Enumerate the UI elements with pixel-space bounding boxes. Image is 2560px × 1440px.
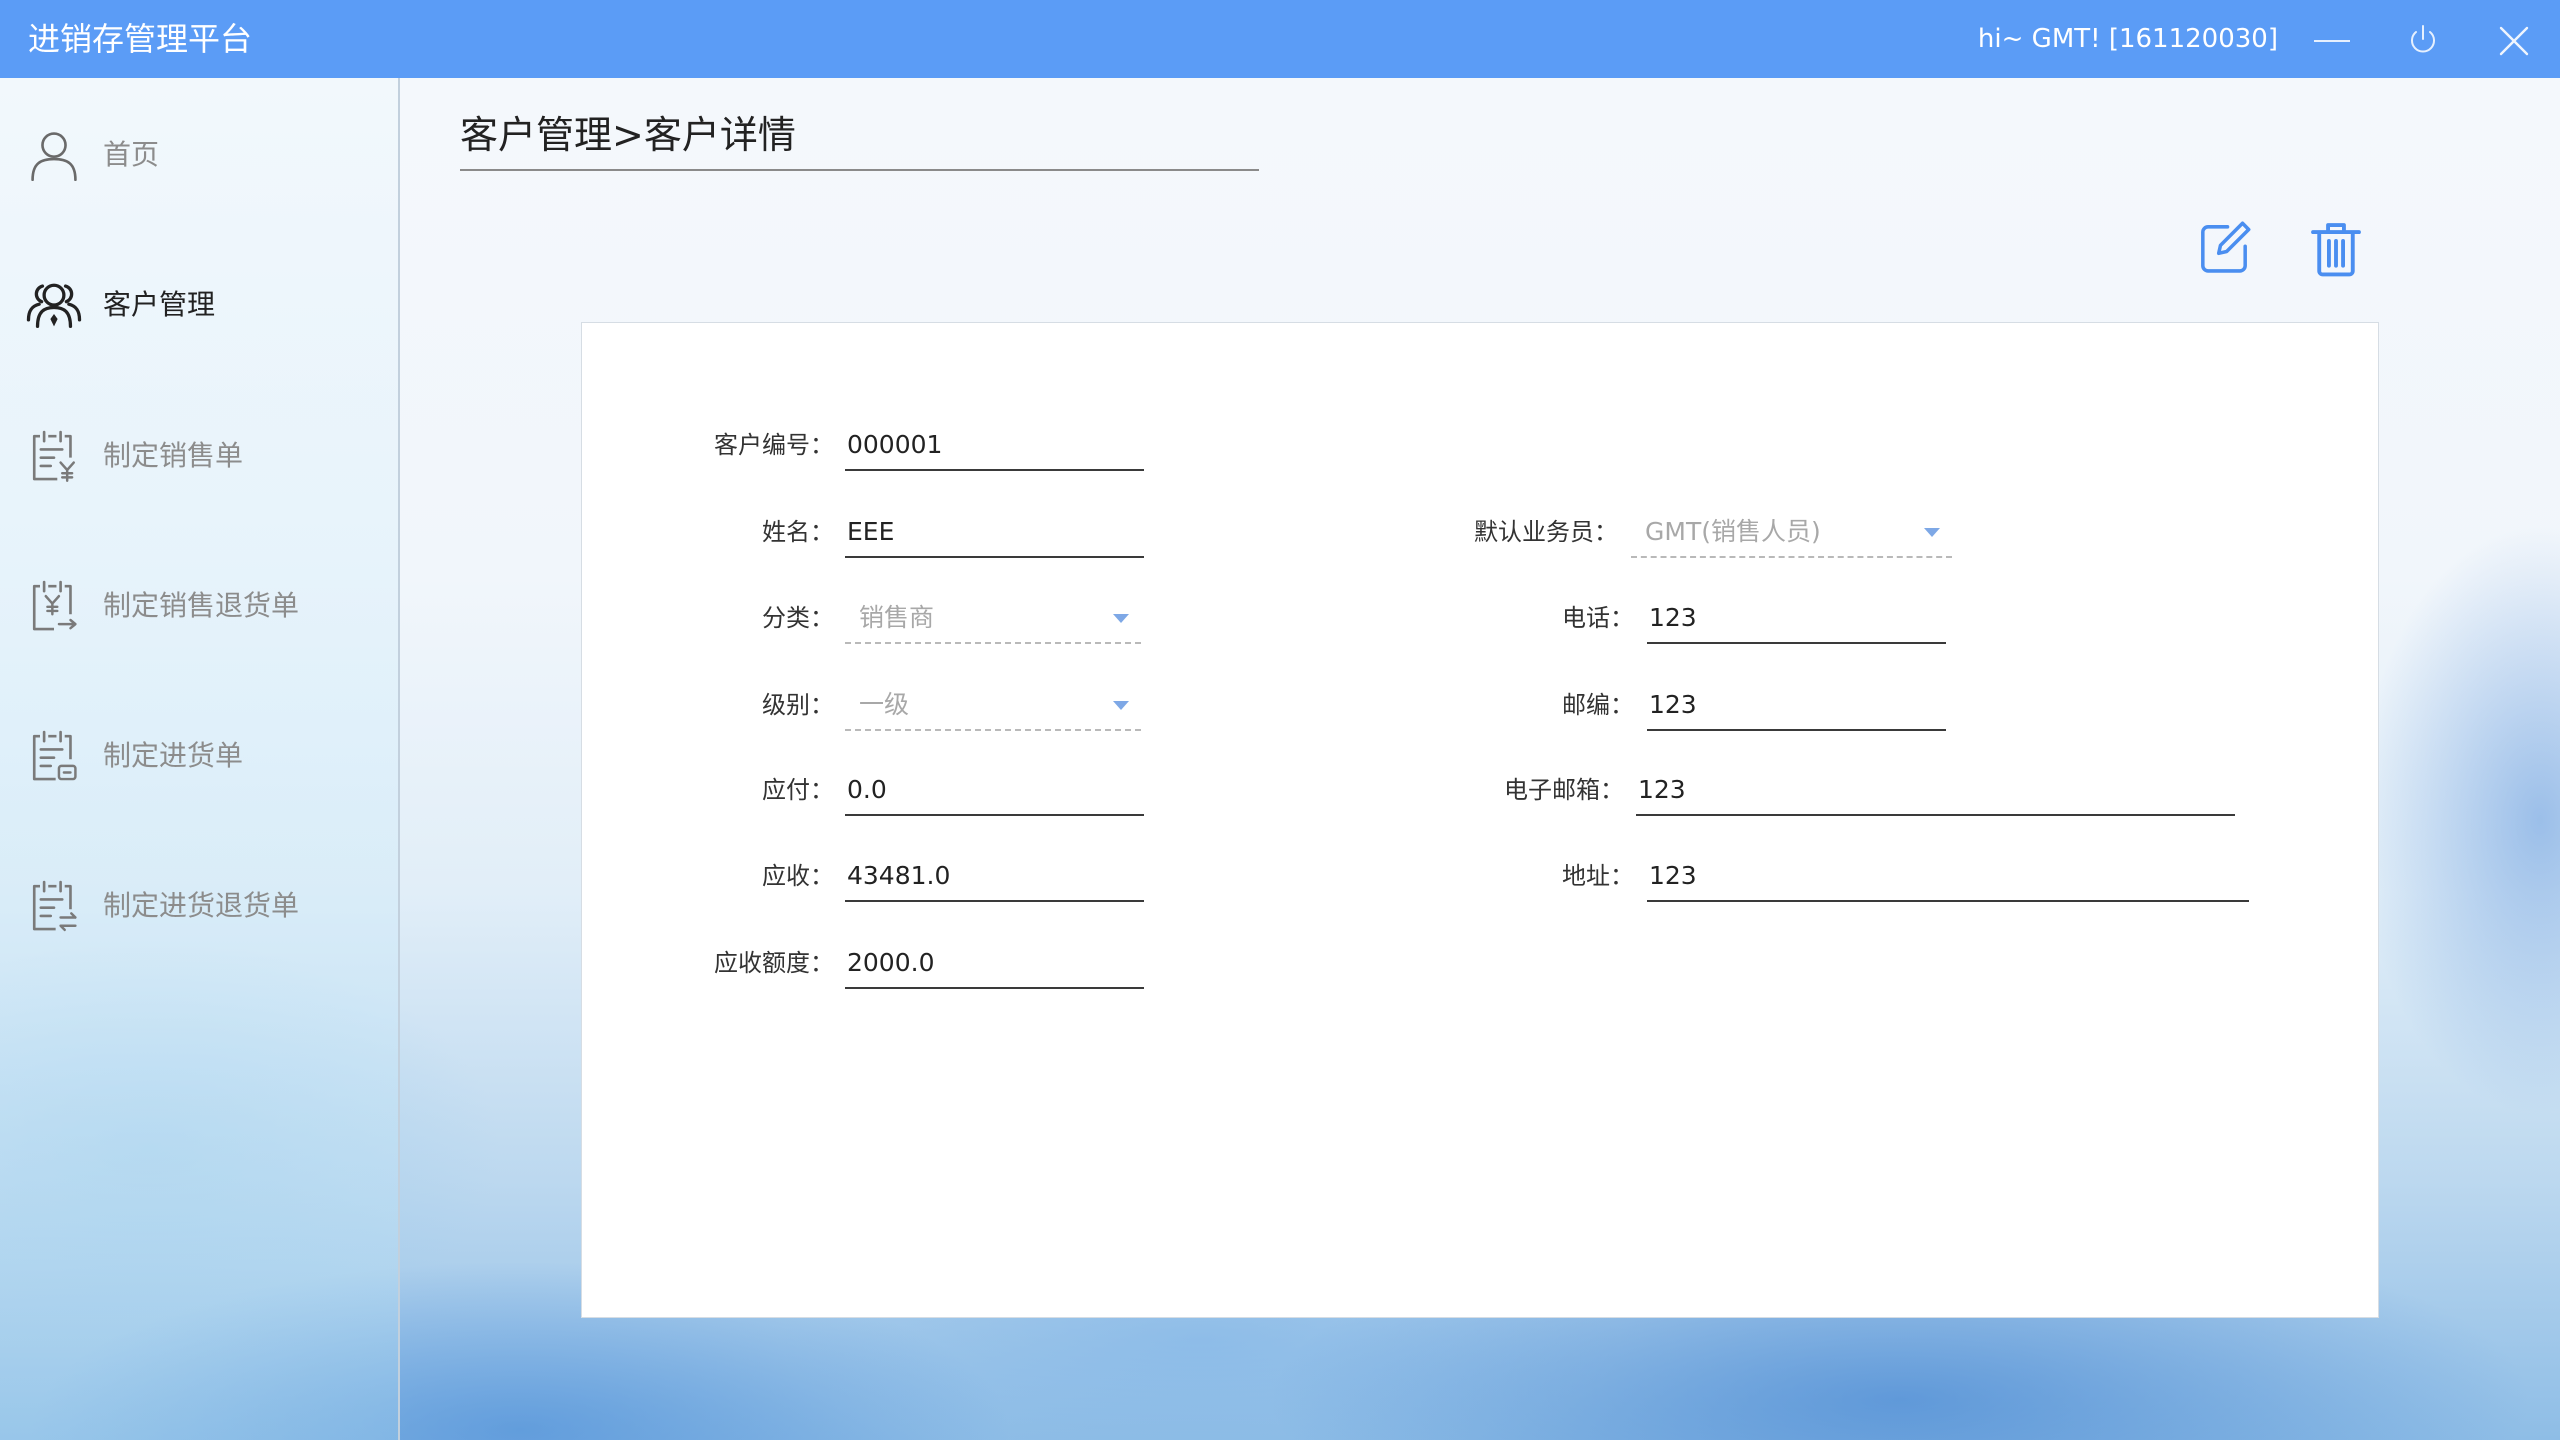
- name-field[interactable]: [845, 506, 1144, 558]
- sidebar-item-home[interactable]: 首页: [0, 115, 398, 195]
- credit-limit-label: 应收额度：: [714, 949, 834, 977]
- payable-label: 应付：: [762, 776, 834, 804]
- postcode-field[interactable]: [1647, 679, 1946, 731]
- app-window: 进销存管理平台 hi~ GMT! [161120030] 首页 客户管理 制定销…: [0, 0, 2560, 1440]
- minimize-icon: [2314, 40, 2350, 42]
- address-field[interactable]: [1647, 850, 2249, 902]
- sidebar-item-purchase-order[interactable]: 制定进货单: [0, 716, 398, 796]
- purchase-order-icon: [26, 728, 82, 784]
- salesperson-select-value: GMT(销售人员): [1645, 517, 1821, 546]
- category-select[interactable]: 销售商: [845, 592, 1141, 644]
- minimize-button[interactable]: [2306, 18, 2358, 64]
- power-icon: [2411, 25, 2435, 53]
- customer-detail-panel: 客户编号： 姓名： 分类： 销售商 级别： 一级 应付： 应收： 应收额度： 默…: [581, 322, 2379, 1318]
- postcode-label: 邮编：: [1562, 691, 1634, 719]
- user-greeting: hi~ GMT! [161120030]: [1977, 24, 2278, 54]
- sidebar-item-label: 首页: [103, 138, 160, 171]
- category-select-value: 销售商: [859, 603, 935, 632]
- sidebar-item-purchase-return[interactable]: 制定进货退货单: [0, 866, 398, 946]
- title-bar: 进销存管理平台 hi~ GMT! [161120030]: [0, 0, 2560, 78]
- sidebar-item-label: 制定销售退货单: [103, 589, 300, 622]
- breadcrumb: 客户管理>客户详情: [460, 113, 796, 157]
- phone-label: 电话：: [1562, 604, 1634, 632]
- credit-limit-field[interactable]: [845, 937, 1144, 989]
- edit-icon: [2201, 221, 2251, 273]
- sidebar-item-customers[interactable]: 客户管理: [0, 265, 398, 345]
- sales-return-icon: [26, 578, 82, 634]
- breadcrumb-divider: [460, 169, 1259, 171]
- sidebar-item-label: 制定进货单: [103, 739, 244, 772]
- level-select-value: 一级: [859, 690, 910, 719]
- chevron-down-icon: [1113, 614, 1129, 623]
- customer-id-label: 客户编号：: [714, 431, 834, 459]
- chevron-down-icon: [1924, 528, 1940, 537]
- address-label: 地址：: [1562, 862, 1634, 890]
- sales-order-icon: [26, 428, 82, 484]
- delete-button[interactable]: [2306, 218, 2366, 278]
- sidebar-item-sales-order[interactable]: 制定销售单: [0, 416, 398, 496]
- sidebar-item-label: 制定销售单: [103, 439, 244, 472]
- purchase-return-icon: [26, 878, 82, 934]
- salesperson-select[interactable]: GMT(销售人员): [1631, 506, 1952, 558]
- close-button[interactable]: [2498, 25, 2530, 57]
- receivable-label: 应收：: [762, 862, 834, 890]
- trash-icon: [2311, 223, 2361, 277]
- customer-id-field[interactable]: [845, 419, 1144, 471]
- chevron-down-icon: [1113, 701, 1129, 710]
- power-button[interactable]: [2405, 23, 2441, 59]
- sidebar-item-label: 客户管理: [103, 288, 216, 321]
- sidebar: 首页 客户管理 制定销售单 制定销售退货单 制定进货单 制定进货退货单: [0, 78, 400, 1440]
- sidebar-item-label: 制定进货退货单: [103, 889, 300, 922]
- email-label: 电子邮箱：: [1504, 776, 1624, 804]
- level-select[interactable]: 一级: [845, 679, 1141, 731]
- salesperson-label: 默认业务员：: [1474, 518, 1618, 546]
- sidebar-item-sales-return[interactable]: 制定销售退货单: [0, 566, 398, 646]
- users-icon: [26, 277, 82, 333]
- app-title: 进销存管理平台: [28, 20, 253, 58]
- category-label: 分类：: [762, 604, 834, 632]
- close-icon: [2499, 26, 2529, 56]
- payable-field[interactable]: [845, 764, 1144, 816]
- user-icon: [26, 127, 82, 183]
- edit-button[interactable]: [2194, 218, 2254, 278]
- phone-field[interactable]: [1647, 592, 1946, 644]
- name-label: 姓名：: [762, 518, 834, 546]
- level-label: 级别：: [762, 691, 834, 719]
- receivable-field[interactable]: [845, 850, 1144, 902]
- email-field[interactable]: [1636, 764, 2235, 816]
